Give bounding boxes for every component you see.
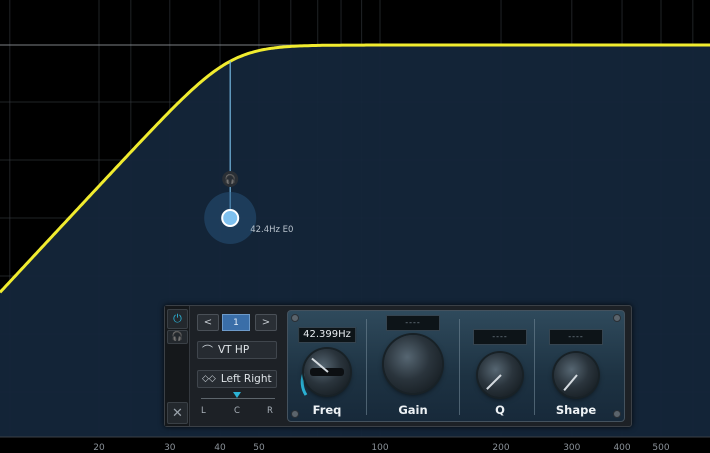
band-settings: < 1 > ⌒ VT HP ◇◇ Left Right L C R [191,306,285,426]
stereo-link-icon: ◇◇ [202,374,216,384]
freq-tick-label: 20 [93,443,105,453]
freq-tick-label: 30 [164,443,176,453]
node-label: 42.4Hz E0 [250,225,293,235]
freq-control: 42.399Hz Freq [288,311,366,421]
filter-type-select[interactable]: ⌒ VT HP [197,341,277,359]
freq-tick-label: 200 [492,443,509,453]
freq-label: Freq [312,403,342,417]
power-button[interactable]: ⏻ [167,309,188,329]
knob-section: 42.399Hz Freq ---- Gain ---- Q ---- Shap… [287,310,625,422]
channel-select[interactable]: ◇◇ Left Right [197,370,277,388]
shape-readout[interactable]: ---- [549,329,603,345]
close-icon[interactable]: ✕ [167,402,188,424]
q-label: Q [495,403,505,417]
shape-label: Shape [555,403,597,417]
pan-center-label: C [234,406,240,416]
freq-tick-label: 400 [613,443,630,453]
q-readout[interactable]: ---- [473,329,527,345]
channel-label: Left Right [220,373,272,385]
prev-preset-button[interactable]: < [197,314,219,331]
q-knob[interactable] [478,353,522,397]
q-control: ---- Q [460,311,540,421]
shape-knob[interactable] [554,353,598,397]
freq-knob[interactable] [304,349,350,395]
freq-tick-label: 40 [214,443,226,453]
preset-number[interactable]: 1 [222,314,250,331]
freq-tick-label: 500 [652,443,669,453]
gain-knob[interactable] [384,335,442,393]
gain-readout[interactable]: ---- [386,315,440,331]
band-side-column: ⏻ 🎧 ✕ [165,306,190,426]
shape-control: ---- Shape [535,311,617,421]
gain-label: Gain [398,403,428,417]
freq-tick-label: 100 [371,443,388,453]
filter-node-handle[interactable] [221,209,240,227]
solo-headphones-icon[interactable]: 🎧 [167,330,188,344]
svg-text:🎧: 🎧 [225,173,236,185]
node-solo-icon[interactable]: 🎧 [222,171,239,187]
filter-type-label: VT HP [218,344,250,356]
freq-tick-label: 50 [253,443,265,453]
band-control-panel: ⏻ 🎧 ✕ < 1 > ⌒ VT HP ◇◇ Left Right L C R … [164,305,632,427]
pan-slider-track[interactable] [201,398,275,399]
highpass-icon: ⌒ [202,344,213,357]
freq-readout[interactable]: 42.399Hz [298,327,356,343]
gain-control: ---- Gain [367,311,459,421]
next-preset-button[interactable]: > [255,314,277,331]
pan-right-label: R [267,406,273,416]
pan-left-label: L [201,406,206,416]
freq-tick-label: 300 [563,443,580,453]
frequency-axis-labels: 20 30 40 50 100 200 300 400 500 [93,443,670,453]
pan-slider-marker[interactable] [233,392,241,398]
